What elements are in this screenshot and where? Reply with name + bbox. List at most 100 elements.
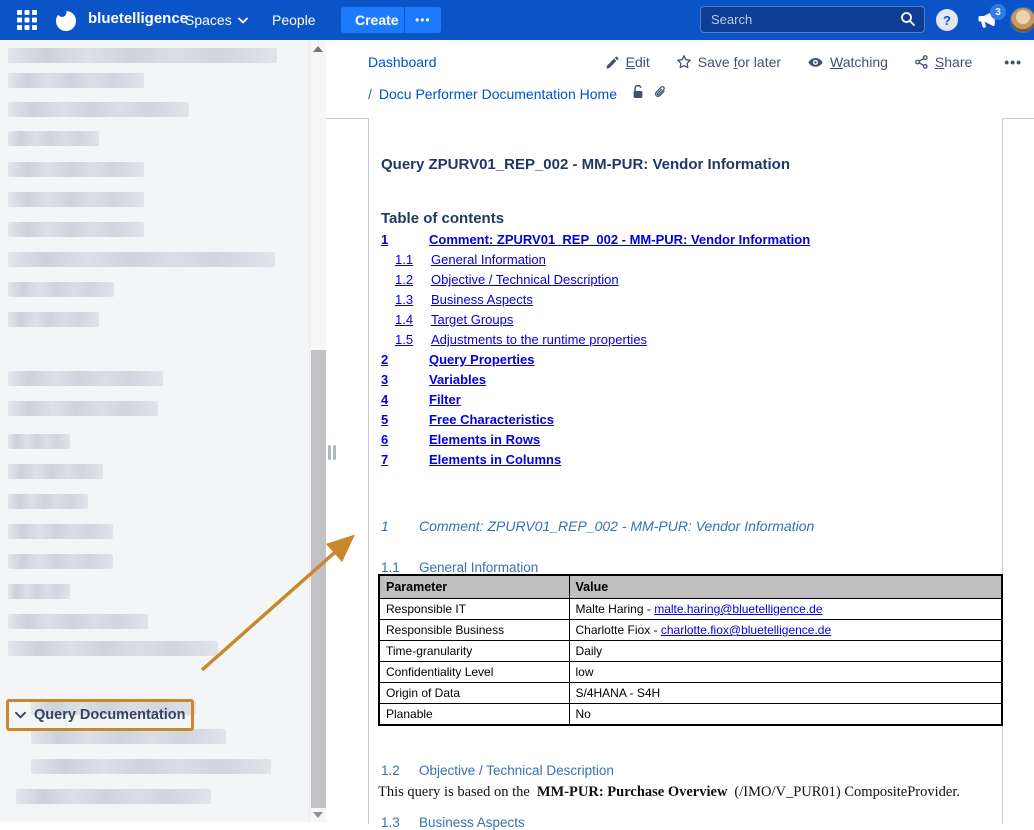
page-more-button[interactable]: ••• [1004,54,1022,70]
chevron-down-icon [15,711,26,719]
watching-button[interactable]: Watching [807,54,888,70]
toc-item-link[interactable]: Objective / Technical Description [431,272,619,292]
sidebar-skeleton-row [8,371,163,386]
table-header-row: Parameter Value [379,575,1002,599]
email-link[interactable]: malte.haring@bluetelligence.de [654,602,822,616]
toc-number-link[interactable]: 1.4 [395,312,431,332]
sidebar-skeleton-row [8,131,99,146]
toc-item-link[interactable]: Adjustments to the runtime properties [431,332,647,352]
toc-number-link[interactable]: 3 [381,372,429,392]
search-input[interactable] [700,6,925,33]
sidebar-skeleton-row [8,48,277,63]
email-link[interactable]: charlotte.fiox@bluetelligence.de [661,623,831,637]
sidebar-skeleton-row [8,524,113,539]
sidebar: Query Documentation [0,40,325,822]
toc-row: 1.1General Information [381,252,992,272]
toc-number-link[interactable]: 1.3 [395,292,431,312]
share-button[interactable]: Share [914,54,972,70]
star-icon [676,54,692,70]
toc-item-link[interactable]: Variables [429,372,486,392]
sidebar-item-query-documentation[interactable]: Query Documentation [15,707,185,723]
toc-number-link[interactable]: 1 [381,232,429,252]
sidebar-skeleton-row [8,222,144,237]
value-text: Charlotte Fiox - [576,623,661,637]
create-more-button[interactable]: ••• [404,7,441,33]
toc-number-link[interactable]: 1.5 [395,332,431,352]
toc-row: 6Elements in Rows [381,432,992,452]
breadcrumb: / Docu Performer Documentation Home [368,84,668,103]
announcements-icon[interactable]: 3 [976,8,1002,32]
chevron-down-icon [238,17,248,24]
sidebar-item-label: Query Documentation [34,707,185,723]
nav-spaces[interactable]: Spaces [185,0,248,40]
main-area: Dashboard / Docu Performer Documentation… [325,40,1034,822]
toc-item-link[interactable]: Filter [429,392,461,412]
toc-row: 1.2Objective / Technical Description [381,272,992,292]
toc-item-link[interactable]: Elements in Columns [429,452,561,472]
toc-row: 1.4Target Groups [381,312,992,332]
table-row: Responsible BusinessCharlotte Fiox - cha… [379,620,1002,641]
toc-number-link[interactable]: 4 [381,392,429,412]
provider-name: MM-PUR: Purchase Overview [537,784,728,800]
toc-row: 1.3Business Aspects [381,292,992,312]
toc-item-link[interactable]: Target Groups [431,312,513,332]
nav-people-label: People [272,12,316,28]
sidebar-scrollbar-thumb[interactable] [311,350,326,808]
nav-people[interactable]: People [272,0,316,40]
breadcrumb-current-page[interactable]: Docu Performer Documentation Home [379,86,617,102]
sidebar-skeleton-row [8,192,144,207]
value-cell: low [569,662,1002,683]
help-icon[interactable]: ? [936,9,958,31]
toc-item-link[interactable]: Elements in Rows [429,432,540,452]
toc-number-link[interactable]: 6 [381,432,429,452]
toc-number-link[interactable]: 7 [381,452,429,472]
page-title: Query ZPURV01_REP_002 - MM-PUR: Vendor I… [381,156,790,173]
toc-item-link[interactable]: Query Properties [429,352,535,372]
section-1-3-heading: 1.3 Business Aspects [381,815,525,830]
toc-item-link[interactable]: General Information [431,252,546,272]
toc-item-link[interactable]: Free Characteristics [429,412,554,432]
sidebar-skeleton-row [8,494,88,509]
create-button[interactable]: Create [341,7,413,33]
toc-number-link[interactable]: 5 [381,412,429,432]
toc-item-link[interactable]: Comment: ZPURV01_REP_002 - MM-PUR: Vendo… [429,232,810,252]
eye-icon [807,55,824,70]
edit-button[interactable]: Edit [605,54,650,70]
toc-row: 7Elements in Columns [381,452,992,472]
general-info-table: Parameter Value Responsible ITMalte Hari… [378,574,1003,726]
bluetelligence-logo-icon[interactable] [54,8,78,32]
table-row: Origin of DataS/4HANA - S4H [379,683,1002,704]
search-box [700,6,925,33]
sidebar-scrollbar[interactable] [309,40,326,822]
sidebar-skeleton-row [8,554,113,569]
toc-number-link[interactable]: 1.2 [395,272,431,292]
search-icon[interactable] [900,11,916,32]
table-row: Time-granularityDaily [379,641,1002,662]
table-row: Responsible ITMalte Haring - malte.harin… [379,599,1002,620]
toc-number-link[interactable]: 2 [381,352,429,372]
value-cell: Charlotte Fiox - charlotte.fiox@bluetell… [569,620,1002,641]
scroll-down-arrow-icon[interactable] [313,812,323,818]
value-cell: No [569,704,1002,726]
sidebar-skeleton-row [8,401,158,416]
share-icon [914,54,929,70]
toc-item-link[interactable]: Business Aspects [431,292,533,312]
sidebar-skeleton-row [31,729,226,744]
sidebar-resize-handle[interactable] [328,445,336,460]
unlock-icon[interactable] [630,84,646,103]
param-cell: Origin of Data [379,683,569,704]
brand-name[interactable]: bluetelligence [88,10,188,27]
breadcrumb-dashboard[interactable]: Dashboard [368,54,437,70]
toc-number-link[interactable]: 1.1 [395,252,431,272]
param-cell: Time-granularity [379,641,569,662]
paperclip-icon[interactable] [653,84,668,103]
app-switcher-icon[interactable] [16,9,38,31]
sidebar-skeleton-row [8,162,144,177]
param-cell: Planable [379,704,569,726]
toc-row: 3Variables [381,372,992,392]
user-avatar[interactable] [1010,7,1034,33]
scroll-up-arrow-icon[interactable] [313,46,323,52]
value-cell: S/4HANA - S4H [569,683,1002,704]
save-for-later-button[interactable]: Save for later [676,54,781,70]
sidebar-skeleton-row [8,434,70,449]
